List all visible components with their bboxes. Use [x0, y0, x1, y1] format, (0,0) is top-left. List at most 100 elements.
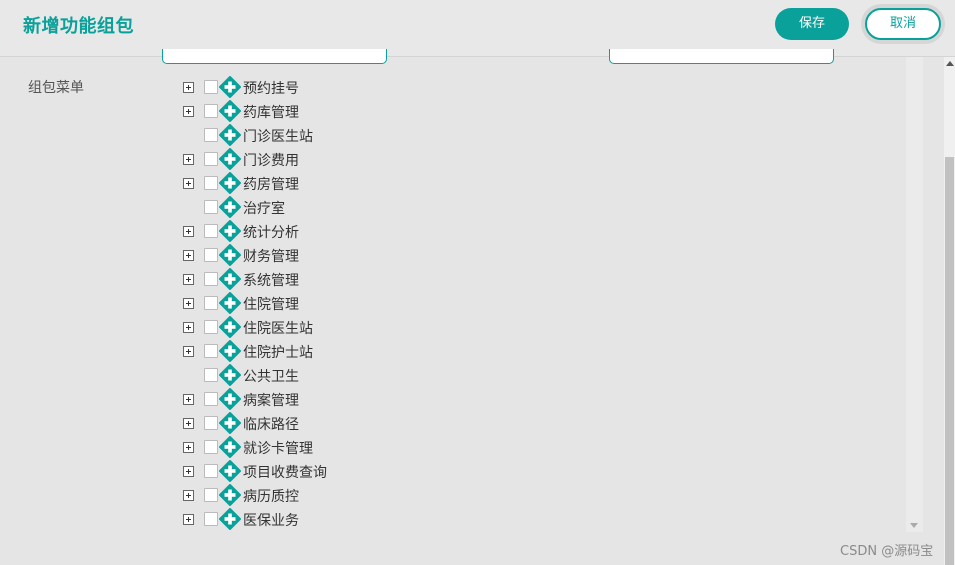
tree-item-label: 病案管理: [243, 393, 299, 409]
tree-item-checkbox[interactable]: [204, 80, 218, 94]
tree-item[interactable]: 财务管理: [181, 244, 421, 268]
tree-item-checkbox[interactable]: [204, 248, 218, 262]
tree-item[interactable]: 公共卫生: [181, 364, 421, 388]
expand-plus-icon[interactable]: [183, 274, 194, 285]
plus-diamond-icon: [219, 460, 241, 482]
tree-item-label: 药库管理: [243, 105, 299, 121]
plus-diamond-icon: [219, 508, 241, 530]
scroll-down-arrow-icon[interactable]: [910, 523, 918, 528]
tree-item[interactable]: 治疗室: [181, 196, 421, 220]
form-input-right[interactable]: [609, 49, 834, 64]
menu-tree: 预约挂号药库管理门诊医生站门诊费用药房管理治疗室统计分析财务管理系统管理住院管理…: [181, 76, 421, 532]
cancel-button[interactable]: 取消: [865, 8, 941, 40]
tree-item-label: 公共卫生: [243, 369, 299, 385]
plus-diamond-icon: [219, 268, 241, 290]
tree-item[interactable]: 医保业务: [181, 508, 421, 532]
form-input-left[interactable]: [162, 49, 387, 64]
tree-item[interactable]: 项目收费查询: [181, 460, 421, 484]
plus-diamond-icon: [219, 436, 241, 458]
plus-diamond-icon: [219, 100, 241, 122]
tree-item-checkbox[interactable]: [204, 344, 218, 358]
tree-item-label: 系统管理: [243, 273, 299, 289]
menu-field-label: 组包菜单: [28, 80, 84, 96]
expand-plus-icon[interactable]: [183, 418, 194, 429]
tree-item-label: 预约挂号: [243, 81, 299, 97]
plus-diamond-icon: [219, 148, 241, 170]
tree-item-checkbox[interactable]: [204, 440, 218, 454]
page-scrollbar[interactable]: [944, 57, 955, 565]
tree-item-label: 临床路径: [243, 417, 299, 433]
tree-item[interactable]: 门诊费用: [181, 148, 421, 172]
plus-diamond-icon: [219, 220, 241, 242]
tree-item[interactable]: 住院医生站: [181, 316, 421, 340]
scrollbar-thumb[interactable]: [945, 157, 954, 565]
tree-item-checkbox[interactable]: [204, 224, 218, 238]
tree-item[interactable]: 药房管理: [181, 172, 421, 196]
tree-item-checkbox[interactable]: [204, 368, 218, 382]
tree-item[interactable]: 就诊卡管理: [181, 436, 421, 460]
plus-diamond-icon: [219, 484, 241, 506]
scroll-up-arrow-icon[interactable]: [946, 61, 954, 66]
tree-item-label: 住院医生站: [243, 321, 313, 337]
tree-item[interactable]: 预约挂号: [181, 76, 421, 100]
tree-item-checkbox[interactable]: [204, 152, 218, 166]
plus-diamond-icon: [219, 316, 241, 338]
tree-item[interactable]: 病案管理: [181, 388, 421, 412]
plus-diamond-icon: [219, 412, 241, 434]
tree-scrollbar[interactable]: [906, 57, 923, 532]
expand-plus-icon[interactable]: [183, 490, 194, 501]
expand-plus-icon[interactable]: [183, 322, 194, 333]
tree-item[interactable]: 住院管理: [181, 292, 421, 316]
expand-plus-icon[interactable]: [183, 154, 194, 165]
tree-item-checkbox[interactable]: [204, 104, 218, 118]
tree-item-label: 门诊费用: [243, 153, 299, 169]
tree-item-checkbox[interactable]: [204, 176, 218, 190]
tree-item[interactable]: 统计分析: [181, 220, 421, 244]
expand-plus-icon[interactable]: [183, 346, 194, 357]
tree-item[interactable]: 病历质控: [181, 484, 421, 508]
tree-item-label: 就诊卡管理: [243, 441, 313, 457]
plus-diamond-icon: [219, 364, 241, 386]
expand-plus-icon[interactable]: [183, 442, 194, 453]
expand-plus-icon[interactable]: [183, 466, 194, 477]
tree-item[interactable]: 临床路径: [181, 412, 421, 436]
expand-plus-icon[interactable]: [183, 178, 194, 189]
tree-item-label: 药房管理: [243, 177, 299, 193]
tree-item-label: 治疗室: [243, 201, 285, 217]
tree-item-label: 住院护士站: [243, 345, 313, 361]
tree-item-checkbox[interactable]: [204, 488, 218, 502]
tree-item[interactable]: 系统管理: [181, 268, 421, 292]
plus-diamond-icon: [219, 340, 241, 362]
tree-item-label: 门诊医生站: [243, 129, 313, 145]
tree-item-checkbox[interactable]: [204, 464, 218, 478]
tree-item-label: 医保业务: [243, 513, 299, 529]
tree-item-label: 住院管理: [243, 297, 299, 313]
tree-item-checkbox[interactable]: [204, 416, 218, 430]
tree-item-label: 统计分析: [243, 225, 299, 241]
tree-item-label: 项目收费查询: [243, 465, 327, 481]
expand-plus-icon[interactable]: [183, 106, 194, 117]
tree-item[interactable]: 药库管理: [181, 100, 421, 124]
tree-item-checkbox[interactable]: [204, 512, 218, 526]
tree-item-checkbox[interactable]: [204, 200, 218, 214]
expand-plus-icon[interactable]: [183, 82, 194, 93]
expand-plus-icon[interactable]: [183, 394, 194, 405]
tree-item-checkbox[interactable]: [204, 320, 218, 334]
plus-diamond-icon: [219, 172, 241, 194]
expand-plus-icon[interactable]: [183, 298, 194, 309]
plus-diamond-icon: [219, 196, 241, 218]
tree-item-label: 病历质控: [243, 489, 299, 505]
tree-item-checkbox[interactable]: [204, 296, 218, 310]
plus-diamond-icon: [219, 124, 241, 146]
expand-plus-icon[interactable]: [183, 250, 194, 261]
tree-item-checkbox[interactable]: [204, 128, 218, 142]
tree-item-checkbox[interactable]: [204, 272, 218, 286]
plus-diamond-icon: [219, 76, 241, 98]
expand-plus-icon[interactable]: [183, 226, 194, 237]
tree-item[interactable]: 门诊医生站: [181, 124, 421, 148]
plus-diamond-icon: [219, 244, 241, 266]
tree-item-checkbox[interactable]: [204, 392, 218, 406]
tree-item[interactable]: 住院护士站: [181, 340, 421, 364]
save-button[interactable]: 保存: [775, 8, 849, 40]
expand-plus-icon[interactable]: [183, 514, 194, 525]
